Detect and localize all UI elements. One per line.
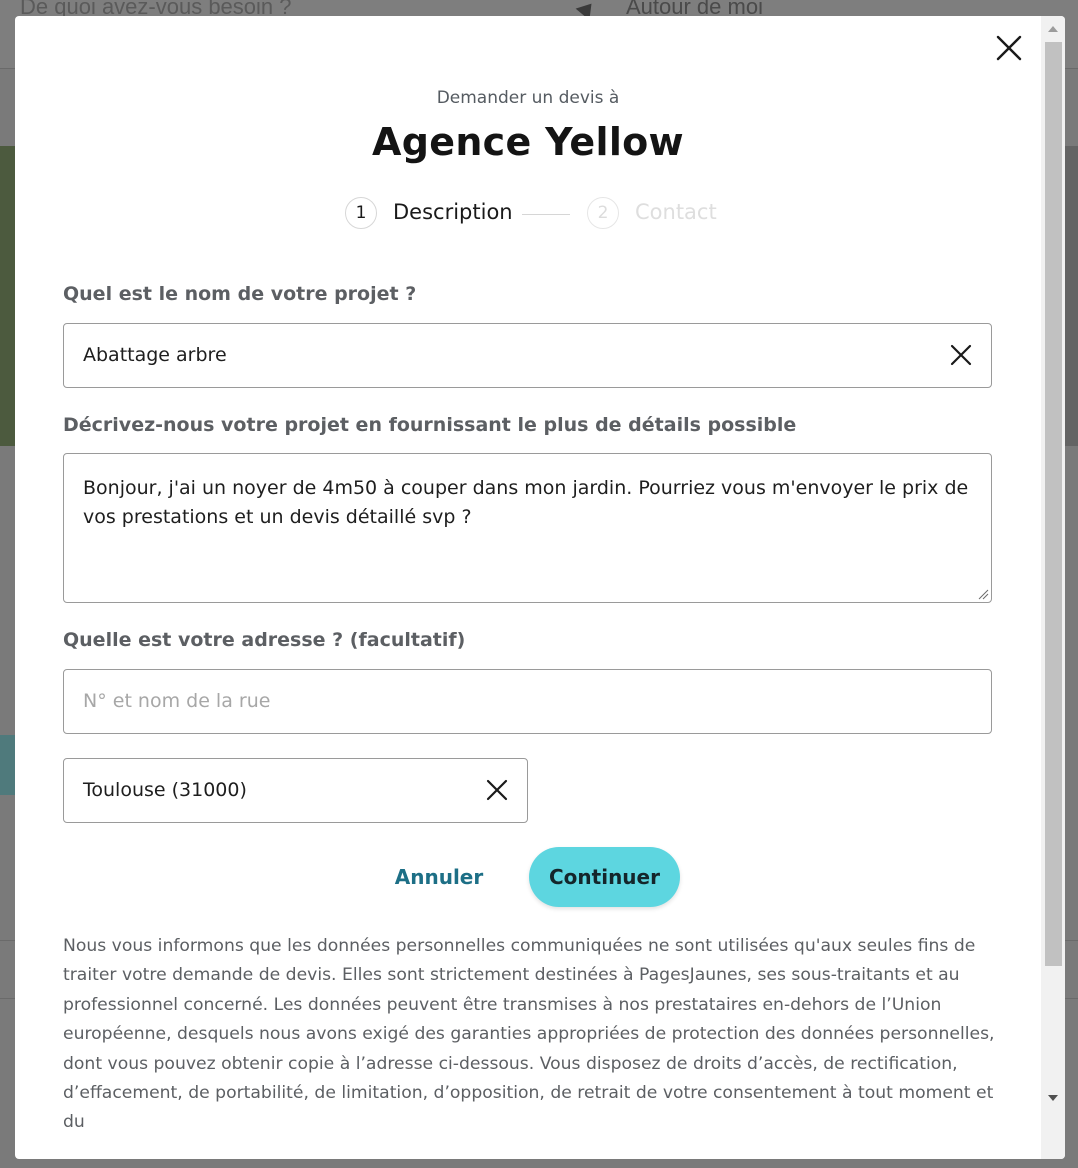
privacy-notice: Nous vous informons que les données pers…	[63, 936, 995, 1133]
step-1-label: Description	[393, 200, 513, 224]
step-connector	[522, 214, 570, 215]
project-name-value: Abattage arbre	[83, 344, 227, 366]
quote-request-modal: Demander un devis à Agence Yellow 1 Desc…	[15, 16, 1065, 1159]
city-input[interactable]: Toulouse (31000)	[63, 758, 528, 823]
scrollbar-thumb[interactable]	[1045, 42, 1062, 966]
street-input[interactable]: N° et nom de la rue	[63, 669, 992, 734]
background-button	[0, 735, 16, 795]
modal-title: Agence Yellow	[372, 120, 684, 164]
modal-scrollbar[interactable]	[1041, 16, 1065, 1159]
close-button[interactable]	[993, 32, 1025, 64]
step-1-number: 1	[345, 197, 377, 229]
description-textarea[interactable]: Bonjour, j'ai un noyer de 4m50 à couper …	[63, 453, 992, 603]
modal-subtitle: Demander un devis à	[436, 88, 620, 108]
clear-city-button[interactable]	[486, 779, 508, 801]
scroll-up-arrow-icon[interactable]	[1048, 26, 1058, 32]
background-photo-right	[1064, 146, 1078, 446]
street-placeholder: N° et nom de la rue	[83, 690, 271, 712]
project-name-label: Quel est le nom de votre projet ?	[63, 283, 417, 305]
project-name-input[interactable]: Abattage arbre	[63, 323, 992, 388]
background-photo	[0, 146, 16, 446]
close-icon	[996, 35, 1022, 61]
address-label: Quelle est votre adresse ? (facultatif)	[63, 629, 466, 651]
scroll-down-arrow-icon[interactable]	[1048, 1095, 1058, 1101]
clear-icon	[950, 344, 972, 366]
step-2-number: 2	[587, 197, 619, 229]
cancel-button[interactable]: Annuler	[379, 859, 499, 895]
step-2-label: Contact	[635, 200, 717, 224]
clear-icon	[486, 779, 508, 801]
clear-project-name-button[interactable]	[950, 344, 972, 366]
description-label: Décrivez-nous votre projet en fournissan…	[63, 414, 797, 436]
continue-button[interactable]: Continuer	[529, 847, 680, 907]
resize-grip-icon[interactable]	[978, 589, 989, 600]
stepper: 1 Description 2 Contact	[345, 197, 765, 233]
city-value: Toulouse (31000)	[83, 779, 247, 801]
description-value: Bonjour, j'ai un noyer de 4m50 à couper …	[83, 477, 969, 528]
